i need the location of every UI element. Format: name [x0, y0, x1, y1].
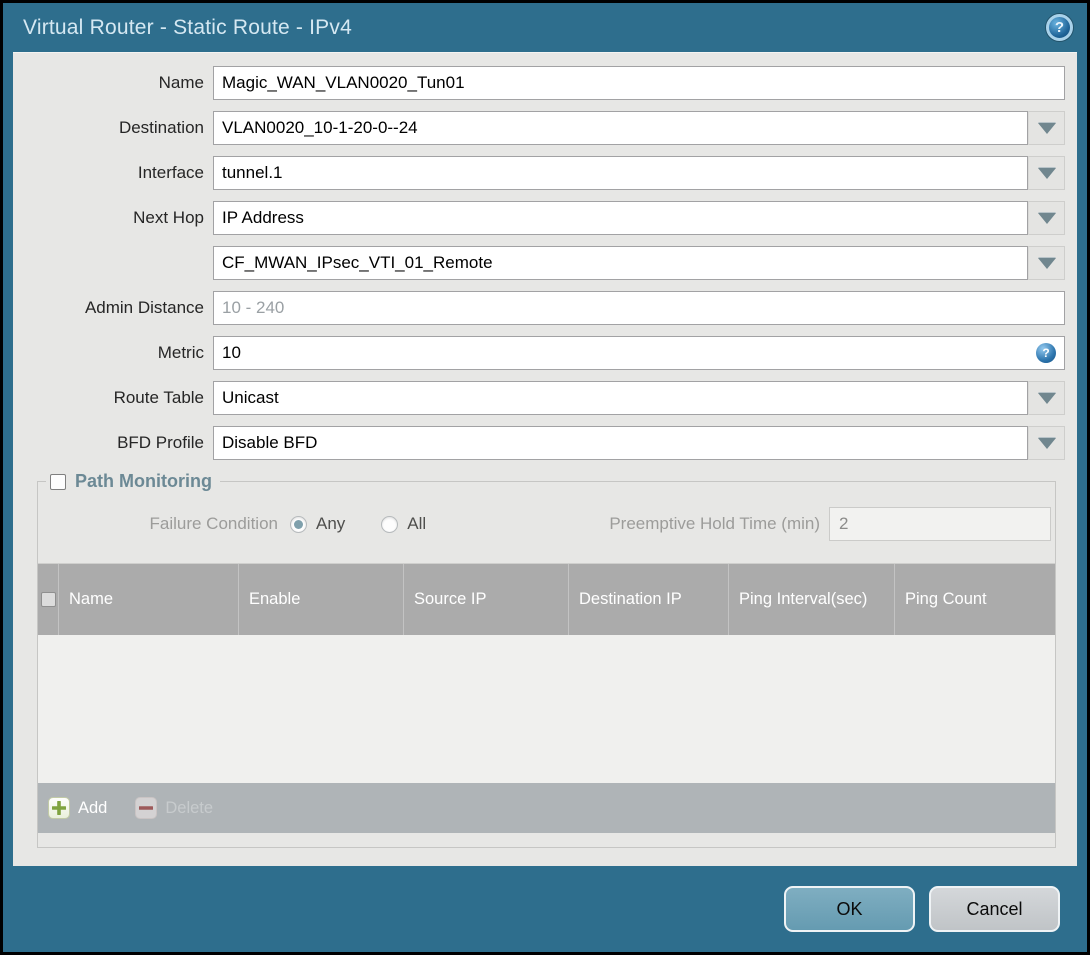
admin-distance-row: Admin Distance: [13, 291, 1065, 325]
failure-condition-all-label: All: [407, 514, 427, 533]
table-header-enable[interactable]: Enable: [238, 564, 403, 635]
metric-label: Metric: [157, 343, 204, 362]
cancel-button[interactable]: Cancel: [929, 886, 1060, 932]
chevron-down-icon: [1037, 257, 1056, 269]
path-monitoring-title: Path Monitoring: [75, 471, 212, 491]
path-monitoring-table: Name Enable Source IP Destination IP Pin…: [38, 563, 1055, 833]
bfd-profile-row: BFD Profile: [13, 426, 1065, 460]
name-input[interactable]: [213, 66, 1065, 100]
destination-field-wrap: [213, 111, 1065, 145]
interface-field-wrap: [213, 156, 1065, 190]
metric-row: Metric ?: [13, 336, 1065, 370]
destination-input[interactable]: [213, 111, 1028, 145]
route-table-input[interactable]: [213, 381, 1028, 415]
table-header-checkbox-cell: [38, 564, 58, 635]
name-field-wrap: [213, 66, 1065, 100]
interface-label: Interface: [137, 163, 204, 182]
dialog-content: Name Destination Interface: [13, 52, 1077, 866]
preemptive-hold-time-label: Preemptive Hold Time (min): [609, 514, 820, 533]
metric-field-wrap: ?: [213, 336, 1065, 370]
table-header-row: Name Enable Source IP Destination IP Pin…: [38, 564, 1055, 635]
table-header-source-ip[interactable]: Source IP: [403, 564, 568, 635]
delete-button-label: Delete: [165, 798, 214, 817]
next-hop-dropdown-button[interactable]: [1028, 201, 1065, 235]
add-button-label: Add: [78, 798, 108, 817]
chevron-down-icon: [1037, 437, 1056, 449]
destination-label: Destination: [118, 118, 204, 137]
failure-condition-any-radio[interactable]: [290, 515, 307, 533]
route-table-field-wrap: [213, 381, 1065, 415]
preemptive-hold-time-input[interactable]: [829, 507, 1051, 541]
metric-help-icon[interactable]: ?: [1036, 343, 1056, 363]
delete-button[interactable]: Delete: [135, 797, 213, 819]
next-hop-address-dropdown-button[interactable]: [1028, 246, 1065, 280]
table-header-name[interactable]: Name: [58, 564, 238, 635]
bfd-profile-dropdown-button[interactable]: [1028, 426, 1065, 460]
name-row: Name: [13, 66, 1065, 100]
next-hop-row: Next Hop: [13, 201, 1065, 235]
bfd-profile-label: BFD Profile: [117, 433, 204, 452]
path-monitoring-checkbox[interactable]: [50, 473, 66, 490]
help-icon[interactable]: ?: [1046, 14, 1073, 41]
dialog-title: Virtual Router - Static Route - IPv4: [23, 15, 352, 39]
destination-row: Destination: [13, 111, 1065, 145]
static-route-dialog: Virtual Router - Static Route - IPv4 ? N…: [3, 3, 1087, 952]
path-monitoring-section: Path Monitoring Failure Condition Any Al…: [37, 471, 1056, 848]
table-footer-bar: Add Delete: [38, 783, 1055, 833]
ok-button[interactable]: OK: [784, 886, 915, 932]
table-body-empty: [38, 635, 1055, 783]
bfd-profile-input[interactable]: [213, 426, 1028, 460]
name-label: Name: [158, 73, 204, 92]
add-button[interactable]: Add: [48, 797, 107, 819]
next-hop-address-field-wrap: [213, 246, 1065, 280]
interface-row: Interface: [13, 156, 1065, 190]
destination-dropdown-button[interactable]: [1028, 111, 1065, 145]
chevron-down-icon: [1037, 212, 1056, 224]
help-icon-glyph: ?: [1054, 19, 1065, 36]
chevron-down-icon: [1037, 392, 1056, 404]
failure-condition-all-radio[interactable]: [381, 515, 399, 533]
add-plus-icon: [48, 797, 70, 819]
metric-help-glyph: ?: [1042, 346, 1050, 360]
select-all-checkbox[interactable]: [40, 592, 56, 607]
interface-input[interactable]: [213, 156, 1028, 190]
failure-condition-label: Failure Condition: [149, 514, 278, 533]
dialog-footer: OK Cancel: [3, 866, 1087, 952]
table-header-destination-ip[interactable]: Destination IP: [568, 564, 728, 635]
bfd-profile-field-wrap: [213, 426, 1065, 460]
table-header-ping-count[interactable]: Ping Count: [894, 564, 1055, 635]
next-hop-field-wrap: [213, 201, 1065, 235]
table-header-ping-interval[interactable]: Ping Interval(sec): [728, 564, 894, 635]
admin-distance-input[interactable]: [213, 291, 1065, 325]
delete-minus-icon: [135, 797, 158, 819]
metric-input[interactable]: [213, 336, 1065, 370]
next-hop-label: Next Hop: [133, 208, 204, 227]
route-table-dropdown-button[interactable]: [1028, 381, 1065, 415]
chevron-down-icon: [1037, 122, 1056, 134]
failure-condition-row: Failure Condition Any All Preemptive Hol…: [38, 506, 1051, 542]
next-hop-address-row: [13, 246, 1065, 280]
interface-dropdown-button[interactable]: [1028, 156, 1065, 190]
admin-distance-label: Admin Distance: [84, 298, 204, 317]
dialog-titlebar: Virtual Router - Static Route - IPv4 ?: [3, 3, 1087, 52]
route-table-label: Route Table: [113, 388, 204, 407]
admin-distance-field-wrap: [213, 291, 1065, 325]
path-monitoring-legend: Path Monitoring: [46, 471, 220, 492]
next-hop-type-input[interactable]: [213, 201, 1028, 235]
chevron-down-icon: [1037, 167, 1056, 179]
next-hop-address-input[interactable]: [213, 246, 1028, 280]
failure-condition-any-label: Any: [316, 514, 346, 533]
route-table-row: Route Table: [13, 381, 1065, 415]
